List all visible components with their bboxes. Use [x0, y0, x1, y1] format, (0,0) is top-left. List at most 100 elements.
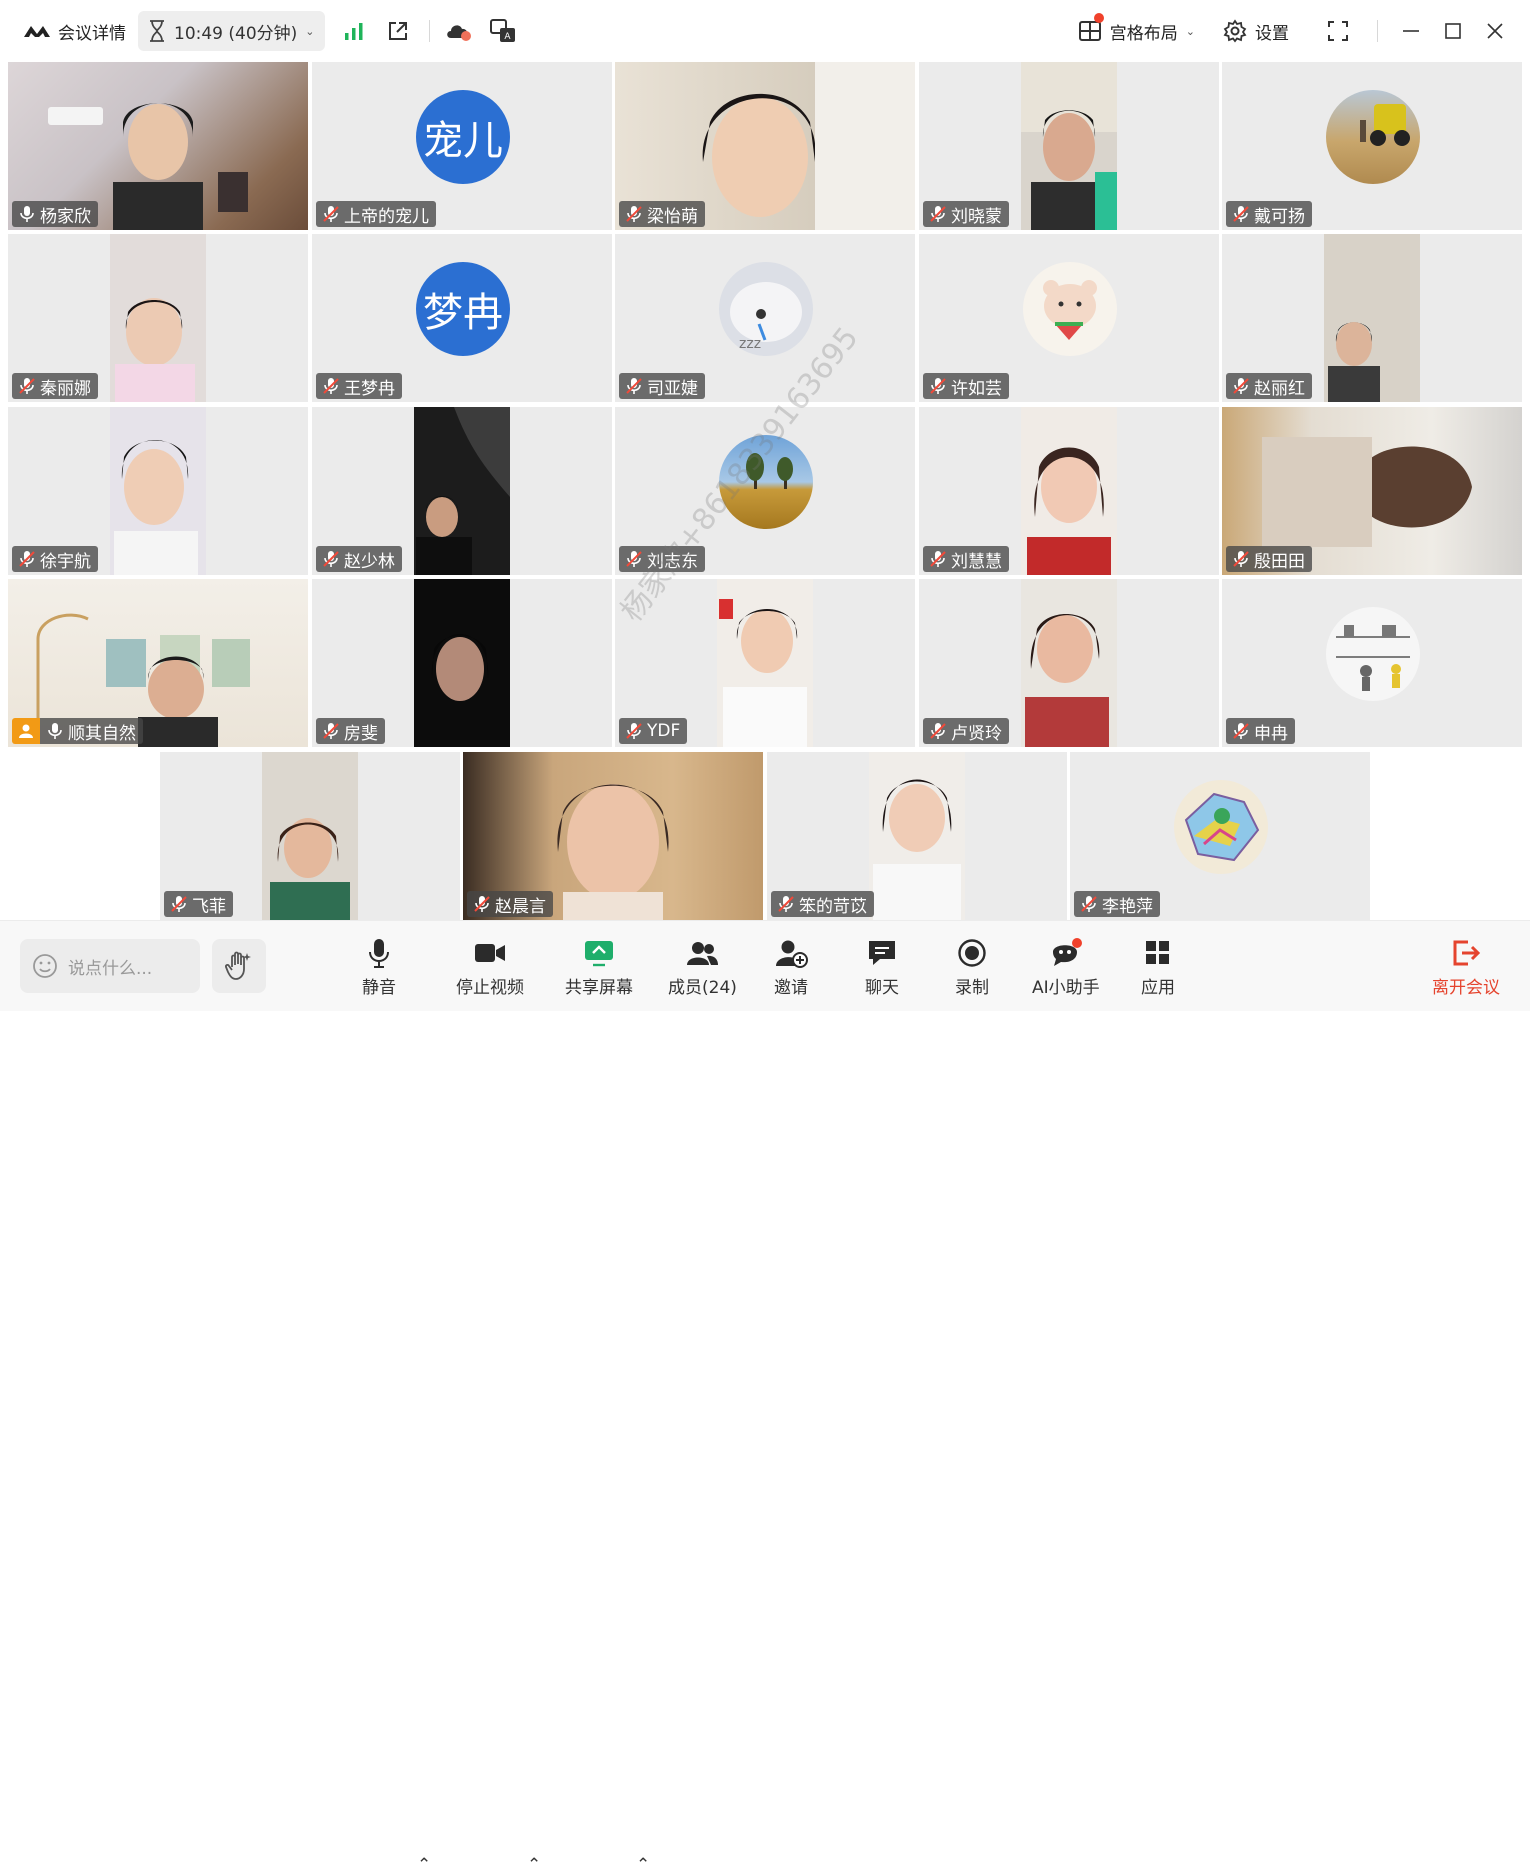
- camera-feed: [262, 752, 358, 920]
- quick-chat-input[interactable]: 说点什么...: [20, 939, 200, 993]
- close-button[interactable]: [1474, 11, 1516, 51]
- video-options-caret[interactable]: ⌃: [527, 1855, 541, 1875]
- members-button[interactable]: 成员(24): [668, 937, 737, 998]
- meeting-details-button[interactable]: 会议详情: [22, 19, 126, 44]
- layout-button[interactable]: 宫格布局 ⌄: [1078, 12, 1195, 44]
- mic-muted-icon: [323, 378, 339, 394]
- avatar-image: [719, 435, 813, 529]
- participant-name-tag: 顺其自然: [40, 718, 143, 744]
- mic-muted-icon: [930, 723, 946, 739]
- camera-feed: [110, 407, 206, 575]
- mic-muted-icon: [323, 723, 339, 739]
- notification-dot: [1093, 12, 1104, 23]
- minimize-button[interactable]: [1390, 11, 1432, 51]
- mic-muted-icon: [1233, 206, 1249, 222]
- share-screen-label: 共享屏幕: [565, 978, 633, 998]
- chat-placeholder: 说点什么...: [68, 958, 153, 979]
- chevron-down-icon: ⌄: [1185, 24, 1195, 38]
- mic-muted-icon: [1233, 378, 1249, 394]
- participant-tile[interactable]: 刘晓蒙: [919, 62, 1219, 230]
- camera-feed: [717, 579, 813, 747]
- camera-feed: [414, 579, 510, 747]
- camera-feed: [1021, 579, 1117, 747]
- participant-tile[interactable]: 杨家欣: [8, 62, 308, 230]
- participant-tile[interactable]: 秦丽娜: [8, 234, 308, 402]
- mic-muted-icon: [323, 551, 339, 567]
- translate-icon[interactable]: A: [488, 16, 518, 46]
- divider: [428, 20, 430, 42]
- stop-video-button[interactable]: 停止视频: [456, 937, 524, 998]
- ai-assistant-button[interactable]: AI小助手: [1032, 937, 1100, 998]
- participant-tile[interactable]: 赵晨言: [463, 752, 763, 920]
- members-label: 成员(24): [668, 978, 737, 998]
- participant-tile[interactable]: 徐宇航: [8, 407, 308, 575]
- participant-tile[interactable]: 梁怡萌: [615, 62, 915, 230]
- participant-name: 王梦冉: [344, 378, 395, 399]
- participant-tile[interactable]: 笨的苛苡: [767, 752, 1067, 920]
- emoji-icon: [33, 954, 57, 978]
- participant-name: 刘志东: [647, 551, 698, 572]
- participant-name-tag: 刘慧慧: [923, 546, 1009, 572]
- participant-name: 戴可扬: [1254, 206, 1305, 227]
- settings-button[interactable]: 设置: [1223, 19, 1289, 44]
- participant-name-tag: 飞菲: [164, 891, 233, 917]
- participant-name: 顺其自然: [68, 723, 136, 744]
- participant-name-tag: YDF: [619, 718, 688, 744]
- participant-tile[interactable]: zzz 司亚婕: [615, 234, 915, 402]
- meeting-toolbar: 说点什么... 静音 ⌃ 停止视频 ⌃ 共享屏幕 ⌃ 成员(24) 邀请 聊天 …: [0, 920, 1530, 1875]
- participant-tile[interactable]: 飞菲: [160, 752, 460, 920]
- apps-button[interactable]: 应用: [1141, 937, 1175, 998]
- participant-name: 刘晓蒙: [951, 206, 1002, 227]
- participant-tile[interactable]: 赵丽红: [1222, 234, 1522, 402]
- maximize-button[interactable]: [1432, 11, 1474, 51]
- chat-button[interactable]: 聊天: [865, 937, 899, 998]
- participant-tile[interactable]: 李艳萍: [1070, 752, 1370, 920]
- timer-label: 10:49 (40分钟): [174, 23, 298, 44]
- participant-tile[interactable]: 宠儿 上帝的宠儿: [312, 62, 612, 230]
- participant-name: 笨的苛苡: [799, 896, 867, 917]
- invite-button[interactable]: 邀请: [774, 937, 808, 998]
- participant-tile[interactable]: 申冉: [1222, 579, 1522, 747]
- microphone-icon: [369, 939, 389, 968]
- participant-name-tag: 李艳萍: [1074, 891, 1160, 917]
- network-signal-icon[interactable]: [339, 16, 369, 46]
- cloud-record-icon[interactable]: [444, 16, 474, 46]
- avatar: 梦冉: [416, 262, 510, 356]
- mute-button[interactable]: 静音: [362, 937, 396, 998]
- fullscreen-button[interactable]: [1317, 11, 1359, 51]
- participant-name-tag: 上帝的宠儿: [316, 201, 436, 227]
- participant-name-tag: 房斐: [316, 718, 385, 744]
- share-options-caret[interactable]: ⌃: [636, 1855, 650, 1875]
- popout-icon[interactable]: [383, 16, 413, 46]
- participant-tile[interactable]: 戴可扬: [1222, 62, 1522, 230]
- participant-tile[interactable]: YDF: [615, 579, 915, 747]
- participant-tile[interactable]: 许如芸: [919, 234, 1219, 402]
- chat-bubble-icon: [869, 941, 895, 965]
- leave-meeting-button[interactable]: 离开会议: [1432, 937, 1500, 998]
- participant-tile[interactable]: 赵少林: [312, 407, 612, 575]
- share-screen-button[interactable]: 共享屏幕: [565, 937, 633, 998]
- record-label: 录制: [955, 978, 989, 998]
- mute-options-caret[interactable]: ⌃: [417, 1855, 431, 1875]
- camera-feed: [1021, 407, 1117, 575]
- avatar-text: 宠儿: [423, 118, 503, 164]
- participant-name: 飞菲: [192, 896, 226, 917]
- participant-tile[interactable]: 房斐: [312, 579, 612, 747]
- svg-text:A: A: [504, 32, 511, 42]
- avatar: 宠儿: [416, 90, 510, 184]
- participant-tile[interactable]: 梦冉 王梦冉: [312, 234, 612, 402]
- ai-assistant-label: AI小助手: [1032, 978, 1100, 998]
- participant-tile[interactable]: 顺其自然: [8, 579, 308, 747]
- participant-tile[interactable]: 殷田田: [1222, 407, 1522, 575]
- participant-name-tag: 秦丽娜: [12, 373, 98, 399]
- avatar-image: [1174, 780, 1268, 874]
- participant-tile[interactable]: 卢贤玲: [919, 579, 1219, 747]
- camera-feed: [1021, 62, 1117, 230]
- participant-name: 房斐: [344, 723, 378, 744]
- avatar-image: zzz: [719, 262, 813, 356]
- record-button[interactable]: 录制: [955, 937, 989, 998]
- meeting-timer[interactable]: 10:49 (40分钟) ⌄: [138, 11, 325, 51]
- participant-tile[interactable]: 刘慧慧: [919, 407, 1219, 575]
- participant-tile[interactable]: 刘志东: [615, 407, 915, 575]
- raise-hand-button[interactable]: [212, 939, 266, 993]
